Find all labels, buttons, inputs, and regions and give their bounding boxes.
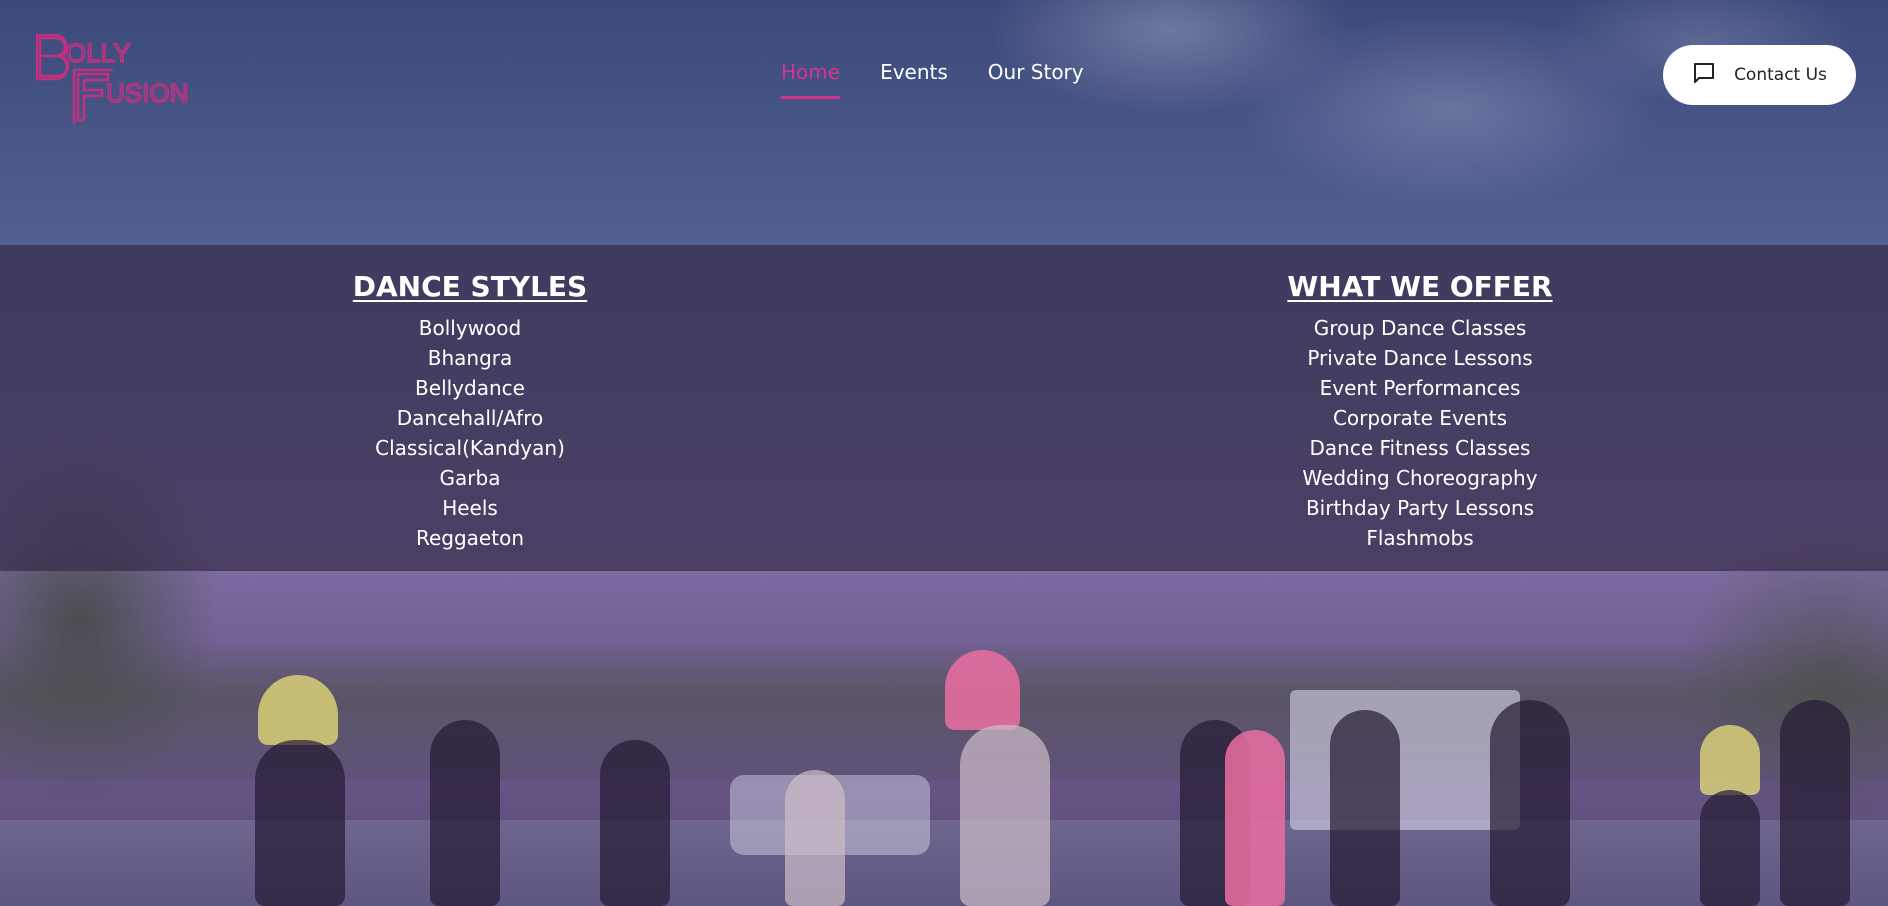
list-item: Bhangra <box>427 346 513 370</box>
dancer-figure <box>1700 790 1760 906</box>
services-info-band: DANCE STYLES Bollywood Bhangra Bellydanc… <box>0 245 1888 571</box>
dancer-figure <box>945 650 1020 730</box>
svg-text:USION: USION <box>106 78 188 108</box>
dancer-figure <box>1330 710 1400 906</box>
list-item: Group Dance Classes <box>1313 316 1527 340</box>
list-item: Event Performances <box>1319 376 1521 400</box>
list-item: Private Dance Lessons <box>1307 346 1533 370</box>
what-we-offer-column: WHAT WE OFFER Group Dance Classes Privat… <box>1190 267 1650 553</box>
list-item: Classical(Kandyan) <box>375 436 565 460</box>
dancer-figure <box>1490 700 1570 906</box>
list-item: Birthday Party Lessons <box>1305 496 1535 520</box>
list-item: Dancehall/Afro <box>396 406 544 430</box>
list-item: Wedding Choreography <box>1302 466 1538 490</box>
nav-home[interactable]: Home <box>781 60 841 99</box>
chat-icon <box>1692 61 1716 89</box>
dance-styles-list: Bollywood Bhangra Bellydance Dancehall/A… <box>240 313 700 553</box>
dancer-figure <box>960 725 1050 906</box>
nav-events[interactable]: Events <box>880 60 948 96</box>
contact-us-button[interactable]: Contact Us <box>1663 45 1856 105</box>
dance-styles-column: DANCE STYLES Bollywood Bhangra Bellydanc… <box>240 267 700 553</box>
dancer-figure <box>1780 700 1850 906</box>
logo-graphic: OLLY USION <box>35 33 189 128</box>
contact-us-label: Contact Us <box>1734 65 1827 85</box>
svg-text:OLLY: OLLY <box>66 38 131 68</box>
dancer-figure <box>785 770 845 906</box>
bolly-fusion-logo[interactable]: OLLY USION <box>35 33 206 128</box>
list-item: Flashmobs <box>1366 526 1474 550</box>
site-header: OLLY USION Home Events Our Story Contact… <box>0 0 1888 150</box>
chat-icon-svg <box>1694 63 1715 83</box>
nav-our-story[interactable]: Our Story <box>988 60 1084 96</box>
dancer-figure <box>430 720 500 906</box>
what-we-offer-title: WHAT WE OFFER <box>1287 270 1553 303</box>
dancer-figure <box>1225 730 1285 906</box>
list-item: Bollywood <box>418 316 522 340</box>
page: OLLY USION Home Events Our Story Contact… <box>0 0 1888 906</box>
main-nav: Home Events Our Story <box>781 60 1084 104</box>
dancer-figure <box>258 675 338 745</box>
dance-styles-title: DANCE STYLES <box>352 270 588 303</box>
dancer-figure <box>255 740 345 906</box>
what-we-offer-list: Group Dance Classes Private Dance Lesson… <box>1190 313 1650 553</box>
list-item: Heels <box>442 496 498 520</box>
list-item: Corporate Events <box>1332 406 1508 430</box>
list-item: Reggaeton <box>415 526 524 550</box>
background-van <box>1290 690 1520 830</box>
dancer-figure <box>600 740 670 906</box>
dancer-figure <box>1700 725 1760 795</box>
list-item: Garba <box>439 466 501 490</box>
list-item: Dance Fitness Classes <box>1309 436 1531 460</box>
list-item: Bellydance <box>415 376 525 400</box>
